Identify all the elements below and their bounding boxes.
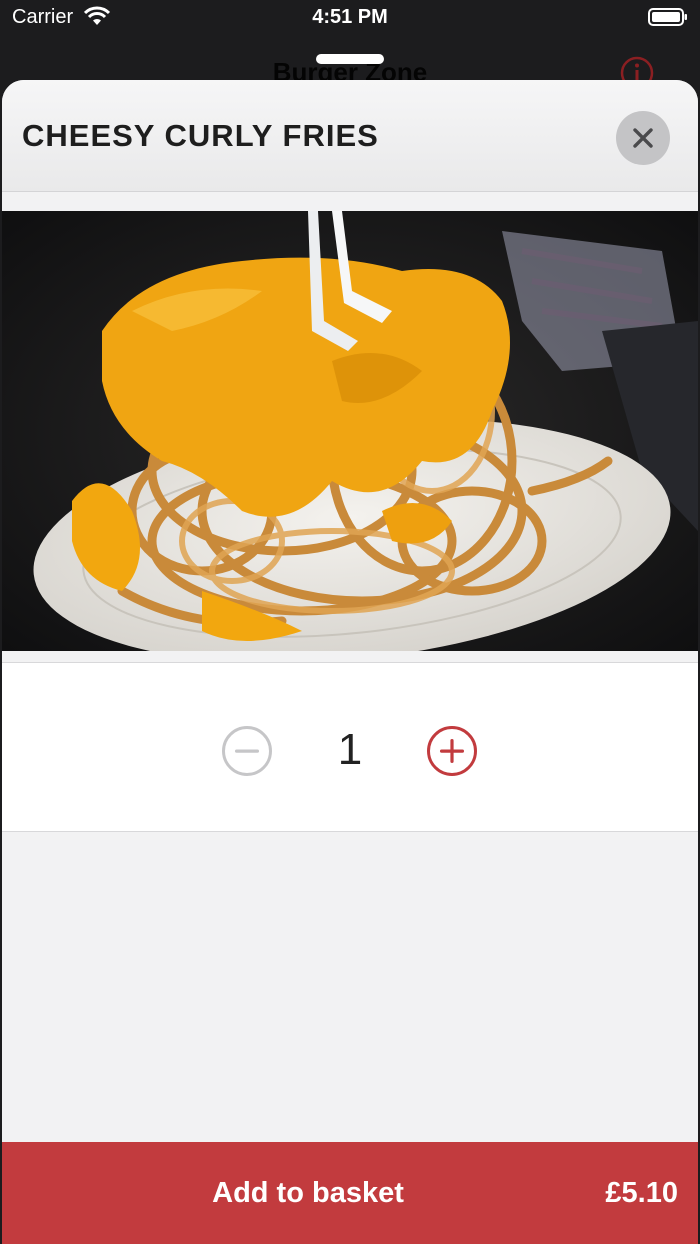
item-photo bbox=[2, 211, 698, 651]
add-to-basket-button[interactable]: Add to basket £5.10 bbox=[2, 1142, 698, 1244]
sheet-header: CHEESY CURLY FRIES bbox=[2, 80, 698, 192]
item-sheet: CHEESY CURLY FRIES 1 Add to basket £5.10 bbox=[2, 80, 698, 1244]
quantity-value: 1 bbox=[337, 725, 363, 774]
sheet-grabber[interactable] bbox=[316, 54, 384, 64]
decrement-button[interactable] bbox=[221, 725, 273, 777]
add-to-basket-label: Add to basket bbox=[212, 1177, 404, 1209]
close-button[interactable] bbox=[616, 111, 670, 165]
item-price: £5.10 bbox=[605, 1177, 678, 1209]
item-title: CHEESY CURLY FRIES bbox=[22, 118, 379, 153]
close-icon bbox=[633, 128, 653, 148]
clock: 4:51 PM bbox=[312, 6, 388, 28]
battery-icon bbox=[648, 8, 687, 26]
food-photo-icon bbox=[2, 211, 698, 651]
status-bar: Carrier 4:51 PM bbox=[0, 0, 700, 36]
increment-button[interactable] bbox=[426, 725, 478, 777]
quantity-stepper: 1 bbox=[2, 662, 698, 832]
